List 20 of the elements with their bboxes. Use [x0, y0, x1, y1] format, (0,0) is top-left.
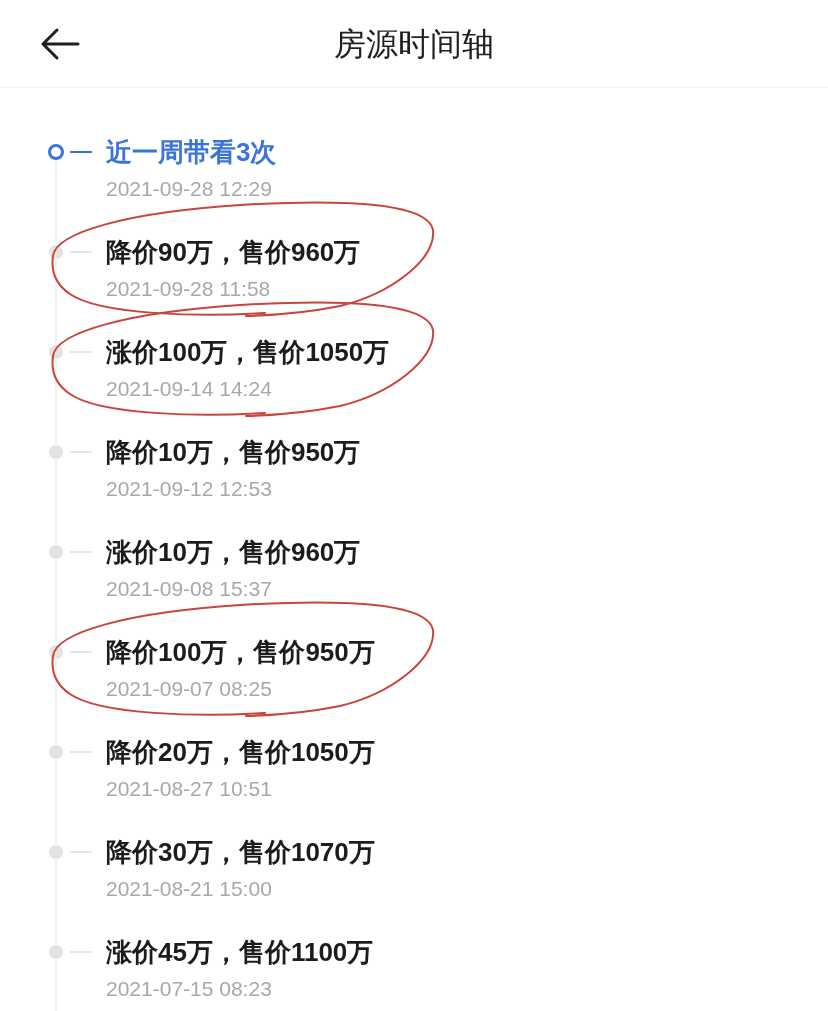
event-time: 2021-08-21 15:00: [106, 876, 273, 902]
event-time: 2021-09-08 15:37: [106, 576, 273, 602]
event-time: 2021-09-28 12:29: [106, 176, 273, 202]
event-title: 涨价10万，售价960万: [106, 536, 361, 569]
event-time: 2021-09-28 11:58: [106, 276, 272, 302]
event-title: 降价100万，售价950万: [106, 636, 375, 669]
event-title: 近一周带看3次: [106, 136, 277, 169]
event-title: 涨价45万，售价1100万: [106, 936, 374, 969]
back-arrow-icon[interactable]: [40, 27, 80, 60]
event-title: 降价90万，售价960万: [106, 236, 361, 269]
event-time: 2021-08-27 10:51: [106, 776, 273, 802]
event-time: 2021-09-14 14:24: [106, 376, 273, 402]
event-title: 降价10万，售价950万: [106, 436, 361, 469]
event-time: 2021-07-15 08:23: [106, 976, 273, 1002]
event-title: 涨价100万，售价1050万: [106, 336, 390, 369]
page-title: 房源时间轴: [334, 24, 494, 64]
event-time: 2021-09-12 12:53: [106, 476, 273, 502]
event-title: 降价20万，售价1050万: [106, 736, 375, 769]
event-time: 2021-09-07 08:25: [106, 676, 273, 702]
event-title: 降价30万，售价1070万: [106, 836, 375, 869]
